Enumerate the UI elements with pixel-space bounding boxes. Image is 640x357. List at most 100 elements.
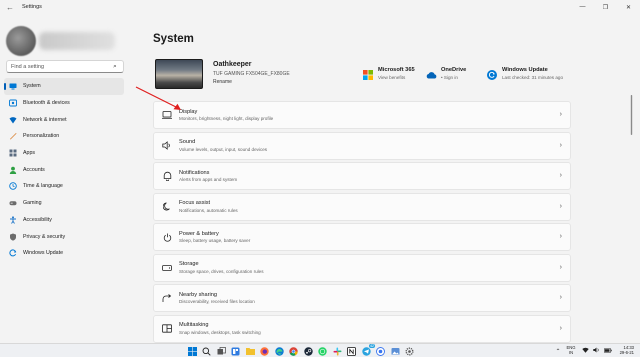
card-subtitle: Snap windows, desktops, task switching xyxy=(179,329,261,335)
page-title: System xyxy=(153,33,194,45)
firefox-icon[interactable] xyxy=(260,346,270,356)
steam-icon[interactable] xyxy=(303,346,313,356)
settings-card-power-battery[interactable]: Power & battery Sleep, battery usage, ba… xyxy=(153,223,571,251)
shield-icon xyxy=(9,233,17,241)
globe-clock-icon xyxy=(9,182,17,191)
sidebar-item-label: Bluetooth & devices xyxy=(23,100,70,107)
brush-icon xyxy=(9,132,17,140)
widgets-icon[interactable] xyxy=(231,346,241,356)
clock[interactable]: 14:33 29-6-21 xyxy=(620,345,634,356)
person-icon xyxy=(9,166,17,174)
card-subtitle: Storage space, drives, configuration rul… xyxy=(179,268,264,274)
storage-icon xyxy=(162,263,172,273)
notion-icon[interactable] xyxy=(347,346,357,356)
whatsapp-icon[interactable] xyxy=(318,346,328,356)
title-bar: ← Settings — ❐ ✕ xyxy=(0,0,640,14)
settings-card-display[interactable]: Display Monitors, brightness, night ligh… xyxy=(153,101,571,129)
sidebar-item-time-language[interactable]: Time & language xyxy=(4,178,124,195)
card-title: Focus assist xyxy=(179,200,211,207)
sidebar-item-bluetooth[interactable]: Bluetooth & devices xyxy=(4,95,124,112)
multitasking-icon xyxy=(162,324,172,334)
chevron-right-icon: › xyxy=(559,202,562,210)
card-subtitle: Discoverability, received files location xyxy=(179,299,255,305)
scrollbar[interactable] xyxy=(630,95,633,135)
wifi-tray-icon[interactable] xyxy=(581,347,589,355)
quick-link-sub: View benefits xyxy=(378,75,406,80)
settings-card-multitasking[interactable]: Multitasking Snap windows, desktops, tas… xyxy=(153,314,571,343)
taskbar-apps: 42 xyxy=(187,344,419,356)
card-subtitle: Volume levels, output, input, sound devi… xyxy=(179,146,268,152)
quick-link-onedrive[interactable]: OneDrive • Sign in xyxy=(425,67,466,87)
settings-card-notifications[interactable]: Notifications Alerts from apps and syste… xyxy=(153,162,571,190)
photos-icon[interactable] xyxy=(390,346,400,356)
quick-link-title: Microsoft 365 xyxy=(378,67,415,73)
card-title: Sound xyxy=(179,139,196,146)
sidebar-item-windows-update[interactable]: Windows Update xyxy=(4,245,124,262)
settings-card-storage[interactable]: Storage Storage space, drives, configura… xyxy=(153,253,571,282)
sidebar-item-system[interactable]: System xyxy=(4,78,124,95)
gamepad-icon xyxy=(9,199,17,207)
edge-icon[interactable] xyxy=(274,346,284,356)
main-content: System Oathkeeper TUF GAMING FX504GE_FX8… xyxy=(150,14,580,343)
profile-info-redacted xyxy=(39,32,115,50)
search-icon[interactable] xyxy=(202,346,212,356)
bluetooth-icon xyxy=(9,99,17,107)
wifi-icon xyxy=(9,116,17,124)
file-explorer-icon[interactable] xyxy=(245,346,255,356)
sidebar-item-gaming[interactable]: Gaming xyxy=(4,195,124,212)
sidebar-item-label: Apps xyxy=(23,150,36,157)
sidebar-item-privacy[interactable]: Privacy & security xyxy=(4,228,124,245)
sidebar: Find a setting ⌕ System Bluetooth & devi… xyxy=(0,14,130,343)
sidebar-item-label: Windows Update xyxy=(23,250,64,257)
settings-card-nearby-sharing[interactable]: Nearby sharing Discoverability, received… xyxy=(153,284,571,312)
slack-icon[interactable] xyxy=(332,346,342,356)
back-arrow-icon[interactable]: ← xyxy=(2,0,18,14)
settings-gear-icon[interactable] xyxy=(405,346,415,356)
bell-icon xyxy=(162,171,172,181)
close-button[interactable]: ✕ xyxy=(617,0,640,14)
sync-icon xyxy=(9,249,17,257)
sidebar-item-label: System xyxy=(23,83,41,90)
rename-link[interactable]: Rename xyxy=(213,79,232,85)
card-subtitle: Notifications, automatic rules xyxy=(179,207,238,213)
notification-badge: 42 xyxy=(369,344,375,348)
settings-card-sound[interactable]: Sound Volume levels, output, input, soun… xyxy=(153,131,571,160)
sidebar-item-label: Gaming xyxy=(23,200,42,207)
settings-card-focus-assist[interactable]: Focus assist Notifications, automatic ru… xyxy=(153,192,571,221)
battery-tray-icon[interactable] xyxy=(603,347,612,355)
settings-list: Display Monitors, brightness, night ligh… xyxy=(153,101,571,345)
sidebar-item-accessibility[interactable]: Accessibility xyxy=(4,212,124,229)
card-subtitle: Sleep, battery usage, battery saver xyxy=(179,238,251,244)
user-profile[interactable] xyxy=(6,24,118,64)
quick-link-title: Windows Update xyxy=(502,67,548,73)
chevron-right-icon: › xyxy=(559,324,562,332)
chevron-up-icon[interactable]: ⌃ xyxy=(555,348,560,355)
volume-tray-icon[interactable] xyxy=(592,347,600,355)
device-name: Oathkeeper xyxy=(213,61,252,68)
quick-link-windows-update[interactable]: Windows Update Last checked: 31 minutes … xyxy=(486,67,563,87)
task-view-icon[interactable] xyxy=(216,346,226,356)
system-tray: ⌃ ENG IN 14:33 29-6-21 xyxy=(555,345,634,357)
search-input[interactable]: Find a setting ⌕ xyxy=(6,60,124,73)
cloud-icon xyxy=(425,69,437,81)
windows-start-icon[interactable] xyxy=(187,346,197,356)
signal-icon[interactable] xyxy=(376,346,386,356)
sidebar-item-accounts[interactable]: Accounts xyxy=(4,161,124,178)
telegram-icon[interactable]: 42 xyxy=(361,344,375,356)
sidebar-item-personalization[interactable]: Personalization xyxy=(4,128,124,145)
minimize-button[interactable]: — xyxy=(571,0,594,14)
accessibility-icon xyxy=(9,216,17,224)
chrome-icon[interactable] xyxy=(289,346,299,356)
quick-link-microsoft-365[interactable]: Microsoft 365 View benefits xyxy=(362,67,415,87)
chevron-right-icon: › xyxy=(559,263,562,271)
sidebar-item-apps[interactable]: Apps xyxy=(4,145,124,162)
card-title: Nearby sharing xyxy=(179,291,217,298)
sidebar-item-network[interactable]: Network & internet xyxy=(4,111,124,128)
language-indicator[interactable]: ENG IN xyxy=(566,346,575,355)
chevron-right-icon: › xyxy=(559,294,562,301)
maximize-button[interactable]: ❐ xyxy=(594,0,617,14)
window-controls: — ❐ ✕ xyxy=(571,0,640,14)
sidebar-item-label: Time & language xyxy=(23,183,63,190)
card-title: Power & battery xyxy=(179,230,219,237)
annotation-arrow xyxy=(135,86,181,110)
